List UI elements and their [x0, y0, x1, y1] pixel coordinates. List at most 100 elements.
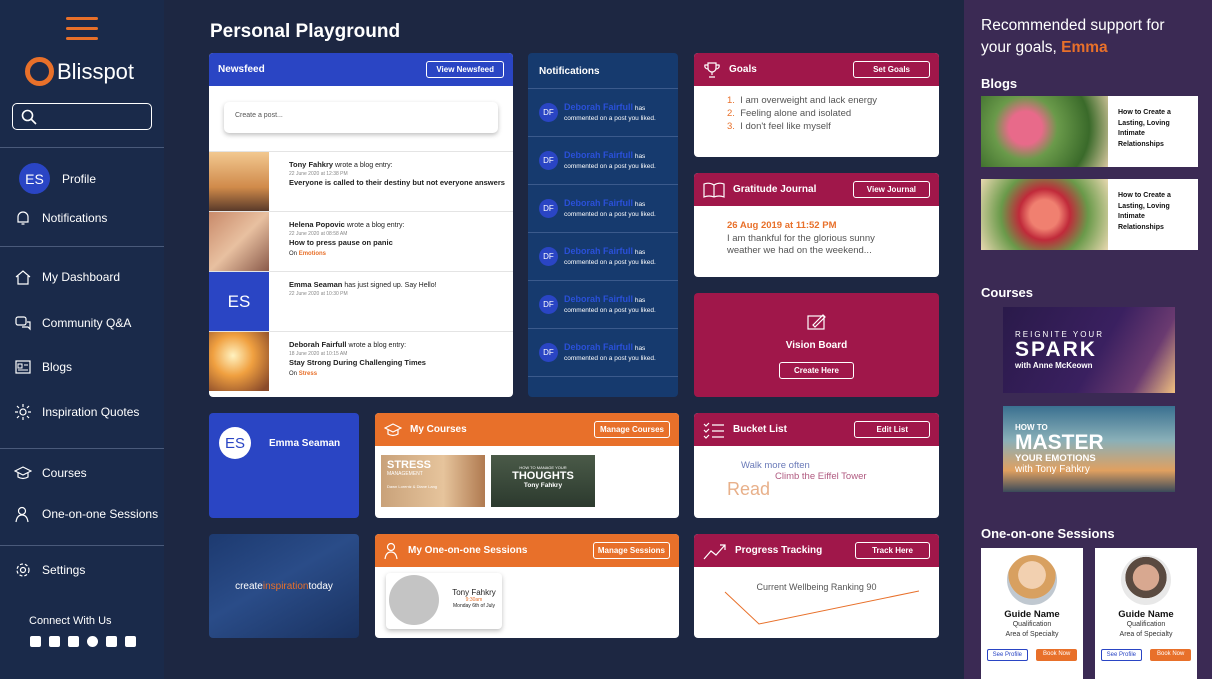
- track-here-button[interactable]: Track Here: [855, 542, 930, 559]
- list-item[interactable]: Deborah Fairfull wrote a blog entry: 18 …: [209, 331, 513, 391]
- avatar: DF: [539, 247, 558, 266]
- heading-name: Emma: [1061, 39, 1108, 56]
- avatar: DF: [539, 295, 558, 314]
- notification-item[interactable]: DF Deborah Fairfull has commented on a pos…: [528, 137, 678, 185]
- manage-sessions-button[interactable]: Manage Sessions: [592, 542, 670, 559]
- my-sessions-header: My One-on-one Sessions Manage Sessions: [375, 534, 679, 567]
- post-author: Helena Popovic: [289, 220, 345, 229]
- sidebar-item-profile[interactable]: ES Profile: [19, 163, 96, 194]
- youtube-icon[interactable]: [106, 636, 117, 647]
- menu-icon[interactable]: [66, 17, 98, 41]
- notification-item[interactable]: DF Deborah Fairfull has commented on a pos…: [528, 329, 678, 377]
- book-now-button[interactable]: Book Now: [1150, 649, 1192, 661]
- guide-name: Guide Name: [1118, 609, 1174, 620]
- notification-detail: commented on a post you liked.: [564, 306, 656, 314]
- instagram-icon[interactable]: [125, 636, 136, 647]
- notification-author: Deborah Fairfull: [564, 293, 634, 304]
- goal-text: Feeling alone and isolated: [740, 108, 852, 119]
- twitter-icon[interactable]: [49, 636, 60, 647]
- course-thumbnail[interactable]: HOW TO MANAGE YOUR THOUGHTS Tony Fahkry: [491, 455, 595, 507]
- checklist-icon: [703, 422, 724, 439]
- linkedin-icon[interactable]: [68, 636, 79, 647]
- book-icon: [703, 182, 725, 198]
- book-now-button[interactable]: Book Now: [1036, 649, 1078, 661]
- notification-item[interactable]: DF Deborah Fairfull has commented on a pos…: [528, 233, 678, 281]
- session-info: Tony Fahkry 9:30am Monday 6th of July: [442, 588, 506, 609]
- create-here-button[interactable]: Create Here: [779, 362, 854, 379]
- guide-card: Guide Name Qualification Area of Special…: [1095, 548, 1197, 679]
- create-post-input[interactable]: Create a post...: [224, 102, 498, 133]
- journal-title: Gratitude Journal: [733, 184, 817, 195]
- list-item[interactable]: ES Emma Seaman has just signed up. Say H…: [209, 271, 513, 331]
- profile-card[interactable]: ES Emma Seaman: [209, 413, 359, 518]
- avatar: DF: [539, 103, 558, 122]
- sun-icon: [15, 404, 31, 420]
- post-date: 18 June 2020 at 10:15 AM: [289, 351, 348, 357]
- search-input[interactable]: [12, 103, 152, 130]
- goals-title: Goals: [729, 64, 757, 75]
- brand-name: Blisspot: [57, 58, 135, 84]
- notification-detail: commented on a post you liked.: [564, 258, 656, 266]
- sidebar-item-sessions[interactable]: One-on-one Sessions: [14, 505, 158, 523]
- goal-number: 2.: [727, 108, 735, 119]
- post-author: Tony Fahkry: [289, 160, 334, 169]
- view-journal-button[interactable]: View Journal: [852, 181, 930, 198]
- logo-ring-icon: [25, 57, 54, 86]
- notification-item[interactable]: DF Deborah Fairfull has commented on a pos…: [528, 89, 678, 137]
- sidebar-item-blogs[interactable]: Blogs: [14, 358, 72, 376]
- view-newsfeed-button[interactable]: View Newsfeed: [426, 61, 504, 78]
- course-line: with Anne McKeown: [1015, 361, 1093, 370]
- facebook-icon[interactable]: [30, 636, 41, 647]
- course-thumbnail[interactable]: STRESS MANAGEMENT Dawn Lorentz & Diane L…: [381, 455, 485, 507]
- course-card[interactable]: HOW TO MASTER YOUR EMOTIONS with Tony Fa…: [1003, 406, 1175, 492]
- post-tag[interactable]: Stress: [299, 371, 317, 377]
- bucket-word: Read: [727, 479, 771, 499]
- post-tag[interactable]: Emotions: [299, 251, 326, 257]
- inspiration-card[interactable]: create inspiration today: [209, 534, 359, 638]
- person-icon: [15, 506, 29, 523]
- see-profile-button[interactable]: See Profile: [986, 649, 1028, 661]
- newsfeed-header: Newsfeed View Newsfeed: [209, 53, 513, 86]
- blog-image: [981, 96, 1108, 167]
- post-text: Deborah Fairfull wrote a blog entry: 18 …: [269, 332, 434, 391]
- edit-list-button[interactable]: Edit List: [854, 421, 930, 438]
- trend-icon: [703, 543, 726, 559]
- sidebar-item-settings[interactable]: Settings: [14, 561, 85, 579]
- divider: [0, 545, 164, 546]
- session-item[interactable]: Tony Fahkry 9:30am Monday 6th of July: [386, 573, 502, 629]
- guide-photo: [1007, 555, 1057, 605]
- notification-item[interactable]: DF Deborah Fairfull has commented on a pos…: [528, 185, 678, 233]
- sidebar-item-label: Community Q&A: [42, 316, 132, 330]
- blog-item[interactable]: How to Create a Lasting, Loving Intimate…: [981, 96, 1198, 167]
- my-sessions-title: My One-on-one Sessions: [408, 545, 528, 556]
- blogs-section-title: Blogs: [981, 76, 1018, 91]
- set-goals-button[interactable]: Set Goals: [853, 61, 930, 78]
- sidebar-item-label: One-on-one Sessions: [42, 507, 159, 521]
- notification-item[interactable]: DF Deborah Fairfull has commented on a pos…: [528, 281, 678, 329]
- list-item[interactable]: Helena Popovic wrote a blog entry: 22 Ju…: [209, 211, 513, 271]
- pinterest-icon[interactable]: [87, 636, 98, 647]
- sidebar-item-quotes[interactable]: Inspiration Quotes: [14, 403, 139, 421]
- see-profile-button[interactable]: See Profile: [1100, 649, 1142, 661]
- notification-text: Deborah Fairfull has commented on a post …: [564, 150, 656, 172]
- sidebar-item-label: Profile: [62, 171, 97, 186]
- post-headline: Everyone is called to their destiny but …: [289, 178, 505, 187]
- list-item[interactable]: Tony Fahkry wrote a blog entry: 22 June …: [209, 151, 513, 211]
- notification-verb: has: [634, 104, 646, 112]
- sidebar-item-courses[interactable]: Courses: [14, 464, 87, 482]
- sidebar: Blisspot ES Profile Notifications My Das…: [0, 0, 164, 679]
- progress-header: Progress Tracking Track Here: [694, 534, 939, 567]
- sidebar-item-notifications[interactable]: Notifications: [14, 209, 107, 227]
- manage-courses-button[interactable]: Manage Courses: [593, 421, 670, 438]
- blog-item[interactable]: How to Create a Lasting, Loving Intimate…: [981, 179, 1198, 250]
- course-card[interactable]: REIGNITE YOUR SPARK with Anne McKeown: [1003, 307, 1175, 393]
- goals-card: Goals Set Goals 1. I am overweight and l…: [694, 53, 939, 157]
- sidebar-item-community[interactable]: Community Q&A: [14, 314, 131, 332]
- sidebar-item-dashboard[interactable]: My Dashboard: [14, 268, 120, 286]
- inspiration-a: create: [235, 580, 263, 592]
- progress-line-graph: [724, 590, 919, 625]
- goal-number: 1.: [727, 95, 735, 106]
- list-item: 2. Feeling alone and isolated: [727, 107, 906, 120]
- sessions-section-title: One-on-one Sessions: [981, 526, 1115, 541]
- course-line: MASTER: [1015, 431, 1104, 454]
